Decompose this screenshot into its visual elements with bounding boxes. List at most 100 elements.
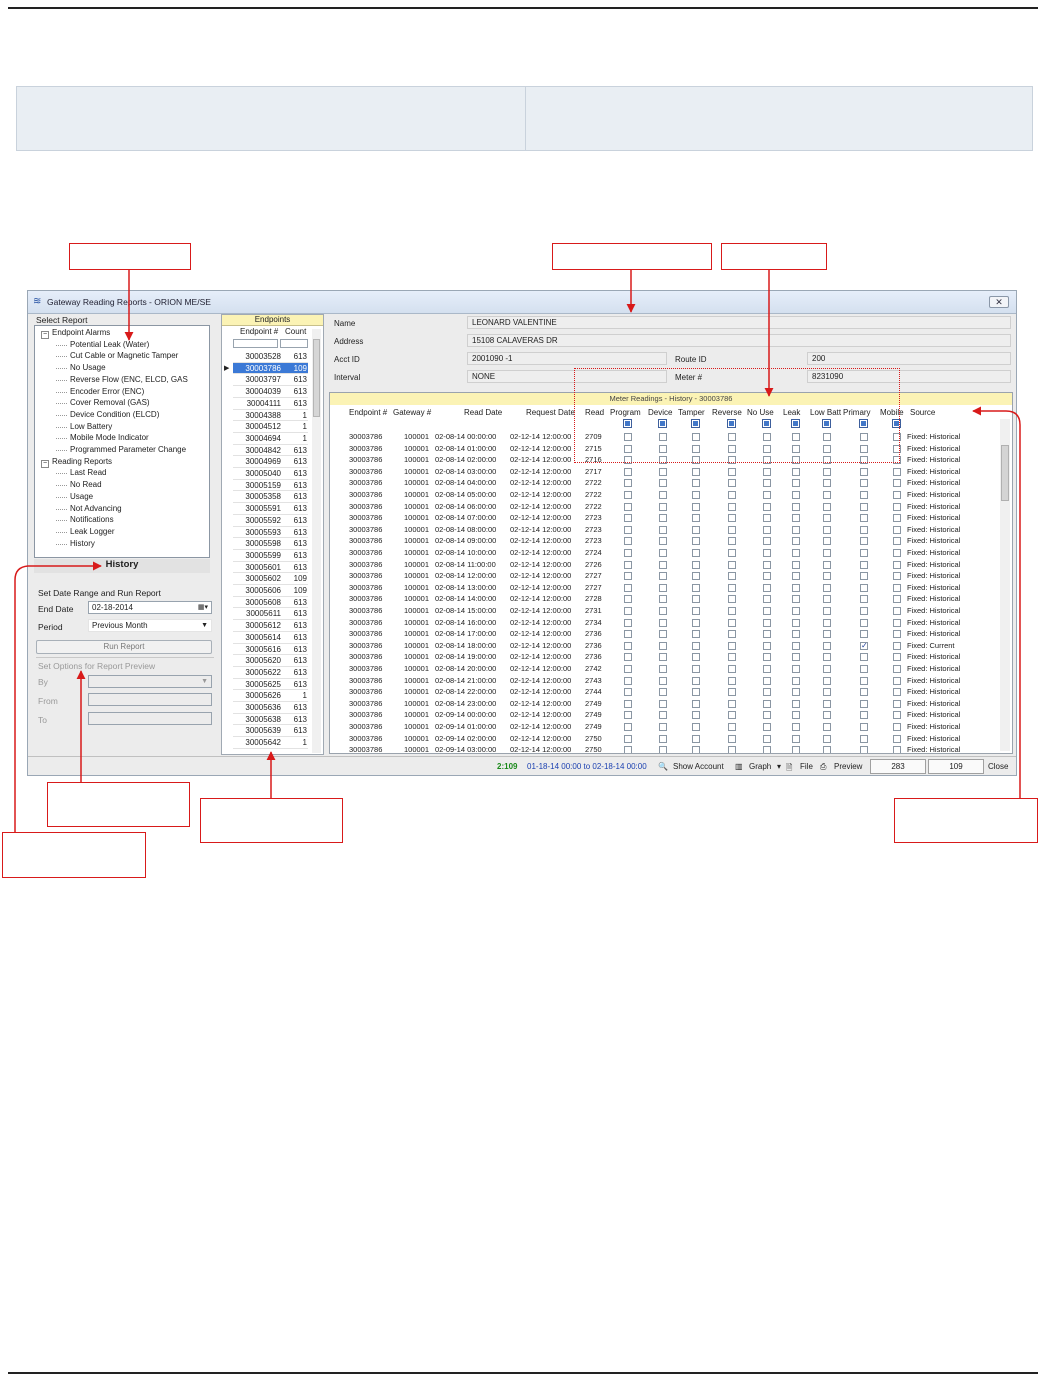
flag-checkbox[interactable] [823,444,831,453]
endpoint-row[interactable]: 30003797 613 [233,374,308,387]
flag-checkbox[interactable] [659,711,667,720]
endpoint-column-header[interactable]: Endpoint # [240,327,278,337]
flag-checkbox[interactable] [692,723,700,731]
flag-checkbox[interactable] [893,618,901,627]
flag-checkbox[interactable] [763,444,771,453]
flag-checkbox[interactable] [763,491,771,499]
flag-checkbox[interactable] [792,537,800,546]
tree-item[interactable]: Notifications [56,514,114,526]
flag-checkbox[interactable] [823,746,831,753]
flag-checkbox[interactable] [893,502,901,511]
flag-checkbox[interactable] [624,502,632,511]
flag-checkbox[interactable] [659,734,667,743]
flag-checkbox[interactable] [860,688,868,697]
endpoint-row[interactable]: 30005616 613 [233,644,308,656]
flag-checkbox[interactable] [728,676,736,685]
meter-readings-grid[interactable]: Meter Readings - History - 30003786 Endp… [329,392,1013,754]
flag-checkbox[interactable] [624,630,632,639]
tree-item[interactable]: Programmed Parameter Change [56,444,186,456]
flag-checkbox[interactable] [624,746,632,753]
flag-checkbox[interactable] [692,467,700,476]
flag-checkbox[interactable] [659,630,667,639]
flag-checkbox[interactable] [763,665,771,673]
flag-checkbox[interactable] [860,560,868,569]
show-account-button[interactable]: Show Account [673,762,724,771]
tree-item[interactable]: History [56,538,95,550]
flag-checkbox[interactable] [728,607,736,615]
filter-checkbox[interactable] [822,419,831,428]
flag-checkbox[interactable] [860,734,868,743]
flag-checkbox[interactable] [692,641,700,650]
flag-checkbox[interactable] [763,583,771,592]
column-header[interactable]: Primary [843,408,871,417]
tree-item[interactable]: No Usage [56,362,106,374]
table-row[interactable]: 30003786 100001 02-08-14 16:00:00 02-12-14 … [330,617,990,629]
flag-checkbox[interactable] [763,653,771,662]
collapse-icon[interactable]: − [41,331,49,339]
table-row[interactable]: 30003786 100001 02-08-14 19:00:00 02-12-14 … [330,651,990,663]
flag-checkbox[interactable] [763,641,771,650]
table-row[interactable]: 30003786 100001 02-08-14 10:00:00 02-12-14 … [330,547,990,559]
flag-checkbox[interactable] [659,502,667,511]
table-row[interactable]: 30003786 100001 02-08-14 14:00:00 02-12-14 … [330,593,990,605]
endpoint-row[interactable]: 30005639 613 [233,725,308,738]
table-row[interactable]: 30003786 100001 02-08-14 21:00:00 02-12-14 … [330,675,990,687]
flag-checkbox[interactable] [692,444,700,453]
column-header[interactable]: Gateway # [393,408,431,417]
flag-checkbox[interactable] [823,456,831,465]
flag-checkbox[interactable] [728,711,736,720]
file-button[interactable]: File [800,762,813,771]
endpoint-filter-field[interactable] [233,339,278,348]
flag-checkbox[interactable] [860,456,868,465]
flag-checkbox[interactable] [763,734,771,743]
flag-checkbox[interactable] [624,653,632,662]
flag-checkbox[interactable] [692,560,700,569]
by-select[interactable]: ▼ [88,675,212,688]
flag-checkbox[interactable] [792,514,800,523]
flag-checkbox[interactable] [659,549,667,557]
flag-checkbox[interactable] [624,525,632,534]
flag-checkbox[interactable] [860,607,868,615]
flag-checkbox[interactable] [728,433,736,441]
flag-checkbox[interactable] [692,583,700,592]
flag-checkbox[interactable] [728,444,736,453]
flag-checkbox[interactable] [659,699,667,708]
flag-checkbox[interactable] [860,502,868,511]
flag-checkbox[interactable] [763,549,771,557]
flag-checkbox[interactable] [860,491,868,499]
flag-checkbox[interactable] [624,688,632,697]
flag-checkbox[interactable] [860,711,868,720]
flag-checkbox[interactable] [692,491,700,499]
period-select[interactable]: Previous Month ▼ [88,619,212,632]
flag-checkbox[interactable] [659,618,667,627]
flag-checkbox[interactable] [728,595,736,604]
report-tree[interactable]: − Endpoint Alarms Potential Leak (Water) Cu… [34,325,210,558]
flag-checkbox[interactable] [728,746,736,753]
tree-group[interactable]: − Endpoint Alarms [41,327,110,339]
flag-checkbox[interactable] [692,479,700,488]
flag-checkbox[interactable] [763,711,771,720]
filter-checkbox[interactable] [658,419,667,428]
table-row[interactable]: 30003786 100001 02-08-14 08:00:00 02-12-14 … [330,524,990,536]
table-row[interactable]: 30003786 100001 02-08-14 04:00:00 02-12-14 … [330,477,990,489]
filter-checkbox[interactable] [892,419,901,428]
run-report-button[interactable]: Run Report [36,640,212,654]
flag-checkbox[interactable] [692,607,700,615]
table-row[interactable]: 30003786 100001 02-08-14 12:00:00 02-12-14 … [330,570,990,582]
flag-checkbox[interactable] [893,595,901,604]
flag-checkbox[interactable] [792,479,800,488]
flag-checkbox[interactable] [728,572,736,581]
endpoints-scrollbar[interactable] [312,329,321,753]
flag-checkbox[interactable] [624,560,632,569]
flag-checkbox[interactable] [659,525,667,534]
flag-checkbox[interactable] [763,479,771,488]
flag-checkbox[interactable] [823,607,831,615]
column-header[interactable]: Program [610,408,641,417]
flag-checkbox[interactable] [893,549,901,557]
tree-item[interactable]: Encoder Error (ENC) [56,386,144,398]
flag-checkbox[interactable] [792,607,800,615]
flag-checkbox[interactable] [692,699,700,708]
flag-checkbox[interactable] [624,676,632,685]
flag-checkbox[interactable] [763,433,771,441]
tree-item[interactable]: Cut Cable or Magnetic Tamper [56,350,178,362]
